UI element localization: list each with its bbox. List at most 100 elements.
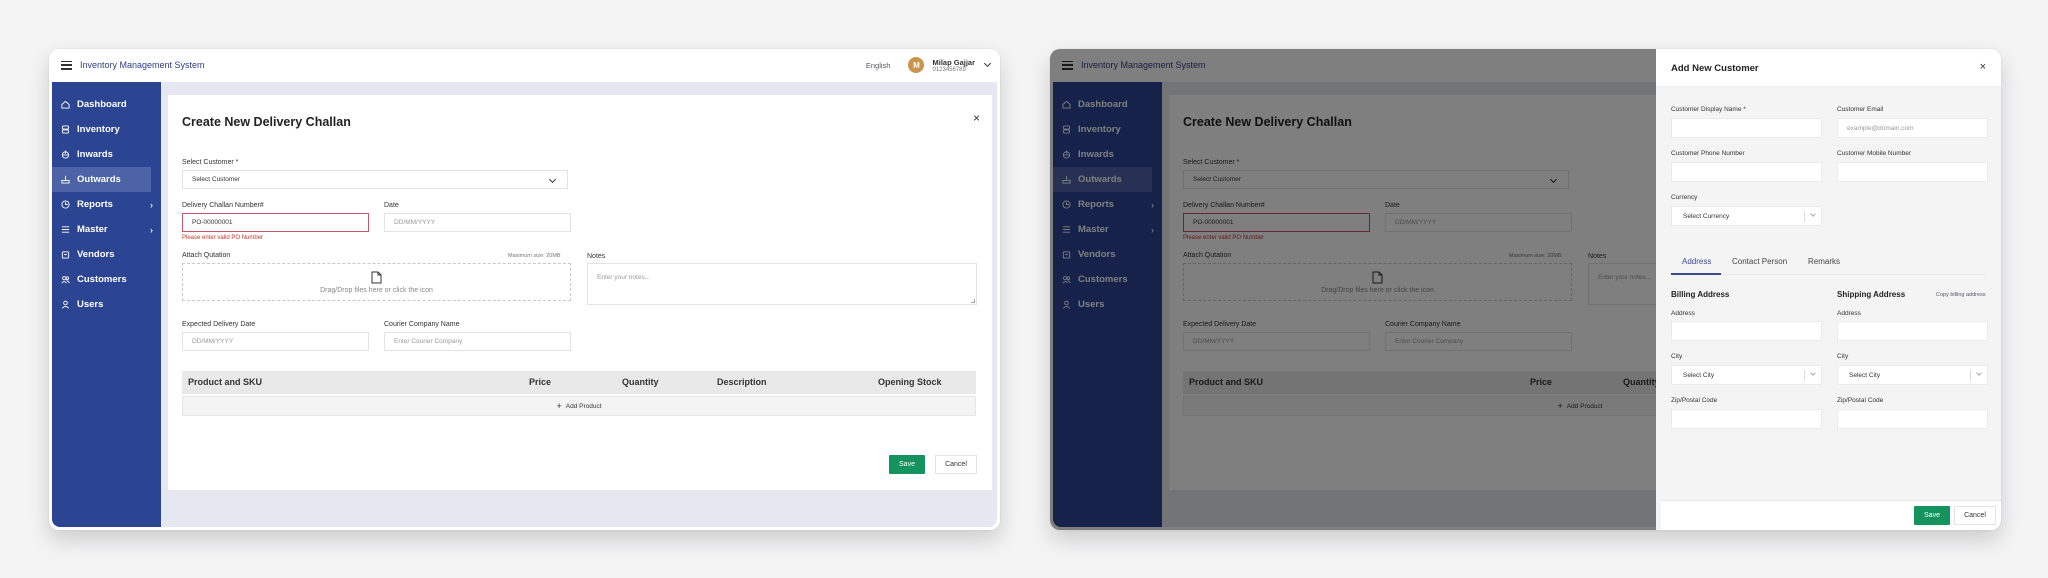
date-input[interactable]: DD/MM/YYYY: [384, 213, 571, 232]
challan-number-value: PO-00000001: [192, 219, 233, 226]
copy-billing-address-link[interactable]: Copy billing address: [1936, 292, 1986, 298]
billing-zip-label: Zip/Postal Code: [1671, 397, 1718, 404]
mobile-label: Customer Mobile Number: [1837, 150, 1912, 157]
display-name-input[interactable]: [1671, 118, 1822, 138]
email-label: Customer Email: [1837, 106, 1884, 113]
sidebar-item-users[interactable]: Users: [52, 292, 161, 317]
select-customer-placeholder: Select Customer: [192, 176, 241, 183]
sidebar-item-outwards[interactable]: Outwards: [52, 167, 151, 192]
select-separator: [1804, 211, 1805, 222]
sidebar-item-label: Reports: [77, 199, 113, 210]
active-tab-indicator: [1671, 273, 1721, 275]
expected-date-placeholder: DD/MM/YYYY: [192, 338, 234, 345]
clock-chart-icon: [61, 200, 70, 209]
drawer-footer: Save Cancel: [1661, 500, 2001, 530]
users-icon: [61, 275, 70, 284]
sidebar-item-label: Inventory: [77, 124, 120, 135]
billing-city-select[interactable]: Select City: [1671, 365, 1822, 385]
challan-number-input[interactable]: PO-00000001: [182, 213, 369, 232]
shipping-zip-input[interactable]: [1837, 409, 1988, 429]
select-customer-dropdown[interactable]: Select Customer: [182, 170, 568, 189]
cancel-button[interactable]: Cancel: [1954, 506, 1996, 525]
chevron-right-icon: ›: [150, 199, 153, 210]
shipping-address-heading: Shipping Address: [1837, 290, 1906, 299]
sidebar-nav: Dashboard Inventory Inwards Outwards Reports…: [52, 92, 161, 317]
sidebar-item-label: Outwards: [77, 174, 121, 185]
add-product-label: Add Product: [565, 402, 602, 410]
sidebar-item-label: Dashboard: [77, 99, 127, 110]
hamburger-menu-icon[interactable]: [61, 60, 72, 70]
currency-select[interactable]: Select Currency: [1671, 206, 1822, 226]
select-customer-label: Select Customer *: [182, 159, 239, 166]
courier-placeholder: Enter Courier Company: [394, 338, 463, 345]
file-dropzone[interactable]: Drag/Drop files here or click the icon: [182, 263, 571, 301]
drawer-header: Add New Customer ×: [1656, 49, 2001, 87]
outwards-icon: [61, 175, 70, 184]
sidebar-item-inwards[interactable]: Inwards: [52, 142, 161, 167]
tab-contact-person[interactable]: Contact Person: [1732, 257, 1787, 266]
file-icon[interactable]: [371, 271, 382, 284]
screen-add-customer: Inventory Management System DashboardInv…: [1050, 49, 2001, 530]
sidebar-item-label: Customers: [77, 274, 127, 285]
billing-zip-input[interactable]: [1671, 409, 1822, 429]
date-label: Date: [384, 202, 399, 209]
save-button[interactable]: Save: [889, 455, 925, 474]
main-content: Create New Delivery Challan × Select Cus…: [161, 82, 997, 527]
sidebar-item-label: Inwards: [77, 149, 113, 160]
close-icon[interactable]: ×: [973, 112, 980, 124]
mobile-input[interactable]: [1837, 162, 1988, 182]
tab-remarks[interactable]: Remarks: [1808, 257, 1840, 266]
chevron-down-icon[interactable]: [983, 59, 992, 68]
avatar: M: [908, 57, 925, 73]
col-price: Price: [529, 377, 552, 387]
attach-quotation-label: Attach Qutation: [182, 252, 231, 259]
screen-create-challan: Inventory Management System English M Mi…: [49, 49, 1000, 530]
chevron-right-icon: ›: [150, 224, 153, 235]
user-info[interactable]: Milap Gajjar 0123456789: [932, 58, 975, 73]
chevron-down-icon: [1810, 370, 1816, 376]
database-icon: [61, 125, 70, 134]
col-quantity: Quantity: [622, 377, 659, 387]
top-bar: Inventory Management System English M Mi…: [49, 49, 1000, 81]
store-icon: [61, 250, 70, 259]
notes-placeholder: Enter your notes...: [597, 274, 651, 281]
select-separator: [1804, 370, 1805, 381]
notes-textarea[interactable]: Enter your notes...: [587, 263, 977, 305]
courier-input[interactable]: Enter Courier Company: [384, 332, 571, 351]
cancel-button[interactable]: Cancel: [935, 455, 977, 474]
expected-date-label: Expected Delivery Date: [182, 321, 256, 328]
product-table-header: Product and SKU Price Quantity Descripti…: [182, 371, 976, 394]
billing-address-heading: Billing Address: [1671, 290, 1730, 299]
address-tabs: Address Contact Person Remarks: [1671, 250, 1986, 275]
sidebar-item-customers[interactable]: Customers: [52, 267, 161, 292]
shipping-address-input[interactable]: [1837, 321, 1988, 341]
phone-input[interactable]: [1671, 162, 1822, 182]
sidebar-item-label: Vendors: [77, 249, 115, 260]
plus-icon: +: [556, 401, 562, 411]
challan-form-card: Create New Delivery Challan × Select Cus…: [168, 95, 992, 490]
date-placeholder: DD/MM/YYYY: [394, 219, 436, 226]
col-product-sku: Product and SKU: [188, 377, 263, 387]
save-button[interactable]: Save: [1914, 506, 1950, 525]
sidebar-item-dashboard[interactable]: Dashboard: [52, 92, 161, 117]
chevron-down-icon: [1810, 211, 1816, 217]
billing-address-label: Address: [1671, 310, 1695, 317]
tab-address[interactable]: Address: [1682, 257, 1711, 266]
add-product-button[interactable]: + Add Product: [182, 396, 976, 416]
billing-address-input[interactable]: [1671, 321, 1822, 341]
email-input[interactable]: example@domain.com: [1837, 118, 1988, 138]
expected-date-input[interactable]: DD/MM/YYYY: [182, 332, 369, 351]
language-selector[interactable]: English: [866, 61, 891, 70]
shipping-city-select[interactable]: Select City: [1837, 365, 1988, 385]
page-title: Create New Delivery Challan: [182, 115, 351, 129]
user-phone: 0123456789: [932, 66, 966, 73]
sidebar-item-master[interactable]: Master ›: [52, 217, 161, 242]
col-description: Description: [717, 377, 767, 387]
resize-handle-icon[interactable]: [971, 299, 975, 303]
sidebar-item-reports[interactable]: Reports ›: [52, 192, 161, 217]
chevron-down-icon: [548, 175, 557, 184]
sidebar-item-inventory[interactable]: Inventory: [52, 117, 161, 142]
sidebar-item-vendors[interactable]: Vendors: [52, 242, 161, 267]
billing-city-label: City: [1671, 353, 1683, 360]
close-icon[interactable]: ×: [1980, 62, 1986, 73]
